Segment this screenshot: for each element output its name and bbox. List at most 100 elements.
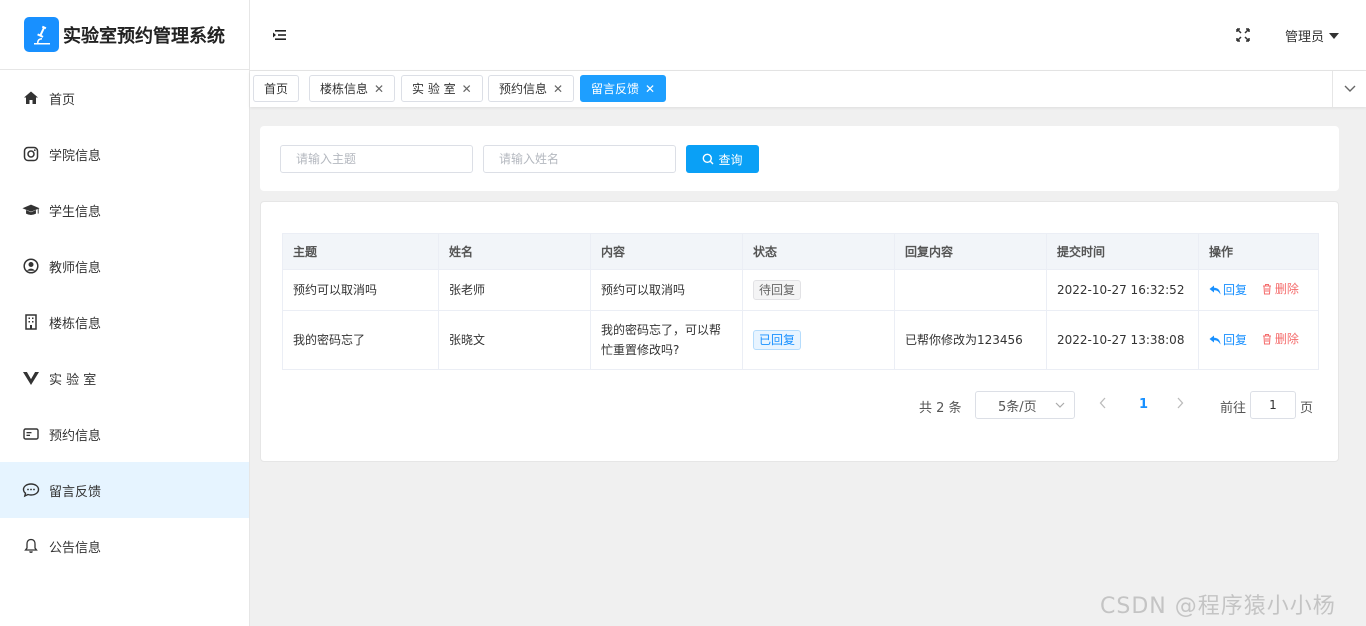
cell-actions: 回复 删除 (1198, 310, 1319, 370)
sidebar: 实验室预约管理系统 首页 学院信息 学生信息 教师信息 楼栋信息 实 验 室 预… (0, 0, 250, 626)
cell-name: 张老师 (438, 269, 591, 311)
sidebar-item-label: 楼栋信息 (49, 316, 102, 332)
bell-icon (22, 537, 40, 555)
cell-reply: 已帮你修改为123456 (894, 310, 1047, 370)
column-header[interactable]: 回复内容 (894, 233, 1047, 270)
query-button-label: 查询 (718, 152, 743, 167)
next-page-button[interactable] (1176, 397, 1184, 413)
reply-button[interactable]: 回复 (1209, 330, 1247, 350)
search-icon (703, 153, 714, 165)
delete-button[interactable]: 删除 (1261, 279, 1299, 299)
close-icon[interactable]: ✕ (645, 82, 655, 96)
goto-page-input[interactable] (1250, 391, 1296, 419)
goto-label: 前往 (1220, 401, 1247, 416)
tab-label: 预约信息 (499, 82, 548, 96)
lab-logo-icon (22, 369, 40, 387)
prev-page-button[interactable] (1099, 397, 1107, 413)
tab-buildings[interactable]: 楼栋信息 ✕ (309, 75, 396, 102)
page-number-current[interactable]: 1 (1139, 397, 1148, 412)
delete-label: 删除 (1274, 282, 1299, 296)
query-button[interactable]: 查询 (686, 145, 759, 173)
sidebar-menu: 首页 学院信息 学生信息 教师信息 楼栋信息 实 验 室 预约信息 留言反馈 公… (0, 70, 249, 574)
page-size-value: 5条/页 (998, 399, 1037, 415)
status-badge: 已回复 (753, 330, 802, 350)
cell-actions: 回复 删除 (1198, 269, 1319, 311)
chevron-right-icon (1177, 397, 1184, 409)
column-header[interactable]: 姓名 (438, 233, 591, 270)
graduation-cap-icon (22, 201, 40, 219)
cell-content: 预约可以取消吗 (590, 269, 743, 311)
sidebar-item-feedback[interactable]: 留言反馈 (0, 462, 249, 518)
cell-subject: 预约可以取消吗 (282, 269, 439, 311)
pagination: 共 2 条 5条/页 1 前往 页 (261, 391, 1340, 419)
column-header[interactable]: 状态 (742, 233, 895, 270)
name-search-input[interactable] (483, 145, 676, 173)
reply-icon (1209, 285, 1221, 295)
feedback-table-panel: 主题 姓名 内容 状态 回复内容 提交时间 操作 预约可以取消吗 张老师 预约可… (260, 201, 1339, 462)
reply-label: 回复 (1223, 283, 1248, 297)
reply-icon (1209, 335, 1221, 345)
delete-label: 删除 (1274, 332, 1299, 346)
trash-icon (1262, 284, 1271, 295)
sidebar-item-label: 实 验 室 (49, 372, 97, 388)
home-icon (22, 89, 40, 107)
sidebar-item-buildings[interactable]: 楼栋信息 (0, 294, 249, 350)
brand: 实验室预约管理系统 (0, 0, 249, 70)
tab-feedback[interactable]: 留言反馈 ✕ (580, 75, 667, 102)
subject-search-input[interactable] (280, 145, 473, 173)
user-menu[interactable]: 管理员 (1285, 26, 1340, 45)
table-row: 预约可以取消吗 张老师 预约可以取消吗 待回复 2022-10-27 16:32… (282, 269, 1319, 311)
search-panel: 查询 (260, 126, 1339, 191)
pagination-total: 共 2 条 (919, 401, 962, 416)
cell-reply (894, 269, 1047, 311)
tabs-bar: 首页 楼栋信息 ✕ 实 验 室 ✕ 预约信息 ✕ 留言反馈 ✕ (250, 71, 1366, 107)
user-circle-icon (22, 257, 40, 275)
sidebar-item-announcements[interactable]: 公告信息 (0, 518, 249, 574)
sidebar-item-students[interactable]: 学生信息 (0, 182, 249, 238)
column-header[interactable]: 主题 (282, 233, 439, 270)
cell-subject: 我的密码忘了 (282, 310, 439, 370)
reply-button[interactable]: 回复 (1209, 280, 1247, 300)
column-header[interactable]: 操作 (1198, 233, 1319, 270)
sidebar-item-label: 公告信息 (49, 540, 102, 556)
close-icon[interactable]: ✕ (374, 82, 384, 96)
fullscreen-icon[interactable] (1236, 28, 1250, 42)
sidebar-item-label: 教师信息 (49, 260, 102, 276)
tab-label: 楼栋信息 (320, 82, 369, 96)
sidebar-item-labs[interactable]: 实 验 室 (0, 350, 249, 406)
cell-time: 2022-10-27 16:32:52 (1046, 269, 1199, 311)
caret-down-icon (1329, 32, 1340, 39)
trash-icon (1262, 334, 1271, 345)
column-header[interactable]: 提交时间 (1046, 233, 1199, 270)
watermark: CSDN @程序猿小小杨 (1100, 594, 1336, 619)
column-header[interactable]: 内容 (590, 233, 743, 270)
sidebar-item-reservations[interactable]: 预约信息 (0, 406, 249, 462)
cell-time: 2022-10-27 13:38:08 (1046, 310, 1199, 370)
building-icon (22, 313, 40, 331)
chat-bubble-icon (22, 481, 40, 499)
sidebar-item-label: 留言反馈 (49, 484, 102, 500)
close-icon[interactable]: ✕ (462, 82, 472, 96)
chevron-down-icon (1055, 402, 1065, 408)
feedback-table: 主题 姓名 内容 状态 回复内容 提交时间 操作 预约可以取消吗 张老师 预约可… (282, 233, 1319, 370)
sidebar-item-label: 首页 (49, 92, 76, 108)
tab-label: 首页 (264, 82, 289, 96)
close-icon[interactable]: ✕ (553, 82, 563, 96)
tab-home[interactable]: 首页 (253, 75, 300, 102)
status-badge: 待回复 (753, 280, 802, 300)
sidebar-item-teachers[interactable]: 教师信息 (0, 238, 249, 294)
menu-toggle-icon[interactable] (273, 28, 287, 42)
sidebar-item-home[interactable]: 首页 (0, 70, 249, 126)
cell-status: 待回复 (742, 269, 895, 311)
tabs-more-dropdown[interactable] (1332, 71, 1366, 107)
tab-reservations[interactable]: 预约信息 ✕ (488, 75, 575, 102)
reply-label: 回复 (1223, 333, 1248, 347)
delete-button[interactable]: 删除 (1261, 329, 1299, 349)
page-suffix-label: 页 (1300, 401, 1314, 416)
tab-labs[interactable]: 实 验 室 ✕ (401, 75, 483, 102)
sidebar-item-college[interactable]: 学院信息 (0, 126, 249, 182)
app-title: 实验室预约管理系统 (63, 25, 225, 47)
cell-name: 张晓文 (438, 310, 591, 370)
page-size-select[interactable]: 5条/页 (975, 391, 1075, 419)
instagram-icon (22, 145, 40, 163)
